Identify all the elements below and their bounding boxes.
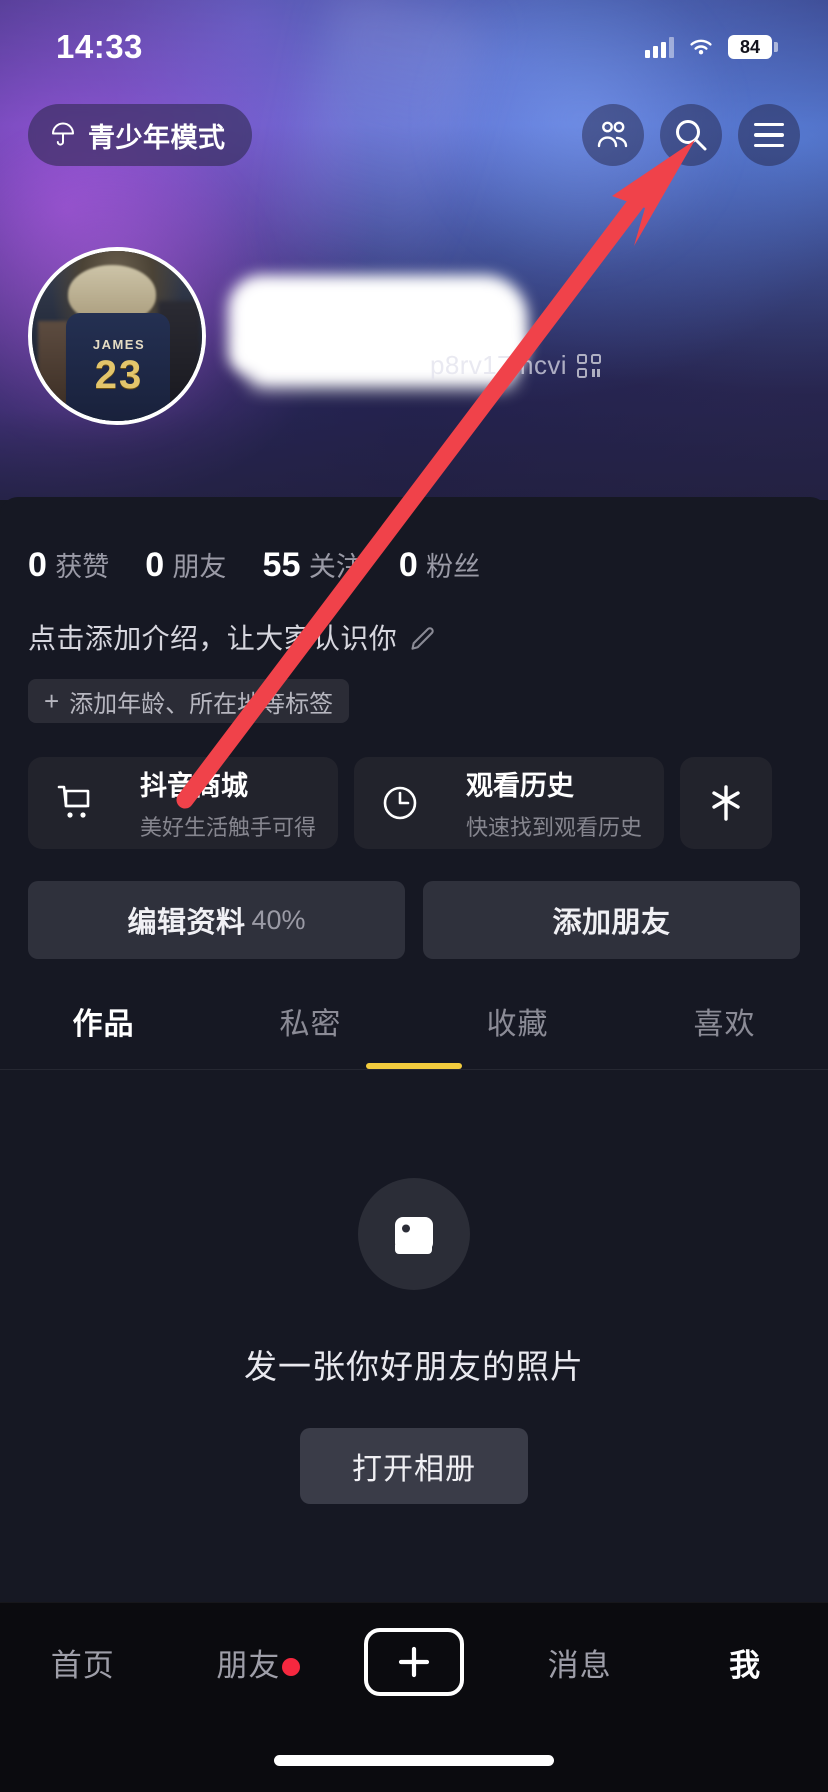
add-friend-button[interactable]: 添加朋友 [423, 881, 800, 959]
search-button[interactable] [660, 104, 722, 166]
teen-mode-button[interactable]: 青少年模式 [28, 104, 252, 166]
tab-label: 喜欢 [693, 1008, 756, 1041]
tab-private[interactable]: 私密 [207, 999, 414, 1069]
plus-icon [398, 1646, 430, 1678]
service-subtitle: 快速找到观看历史 [466, 815, 643, 840]
search-icon [676, 120, 707, 151]
stat-label: 粉丝 [426, 552, 481, 582]
plus-create-icon [363, 1628, 464, 1696]
friends-icon [597, 121, 628, 148]
douyin-star-icon [712, 785, 740, 821]
content-tabs: 作品 私密 收藏 喜欢 [0, 999, 828, 1069]
edit-profile-percent: 40% [251, 904, 306, 935]
status-time: 14:33 [56, 28, 143, 65]
tab-active-underline [366, 1063, 462, 1069]
action-buttons-row: 编辑资料 40% 添加朋友 [0, 849, 828, 959]
notification-badge-dot [282, 1657, 301, 1676]
nav-item-home[interactable]: 首页 [0, 1640, 166, 1685]
stat-value: 0 [398, 546, 419, 584]
header-actions [582, 104, 800, 166]
battery-icon: 84 [728, 35, 778, 59]
hamburger-menu-icon [754, 122, 784, 148]
tabs-divider [0, 1069, 828, 1070]
plus-icon: + [44, 686, 60, 716]
profile-header: 青少年模式 [0, 96, 828, 174]
qr-code-icon [576, 353, 601, 378]
douyin-id-label: p8rv17mcvi [430, 350, 567, 380]
service-title: 抖音商城 [140, 771, 248, 801]
shopping-cart-icon-wrap [28, 757, 120, 849]
edit-profile-label: 编辑资料 [127, 907, 246, 939]
bio-row[interactable]: 点击添加介绍，让大家认识你 [0, 585, 828, 657]
photo-placeholder-icon-wrap [358, 1178, 470, 1290]
friends-button[interactable] [582, 104, 644, 166]
menu-button[interactable] [738, 104, 800, 166]
open-album-button[interactable]: 打开相册 [300, 1428, 528, 1504]
service-card-history[interactable]: 观看历史 快速找到观看历史 [354, 757, 665, 849]
bottom-navigation: 首页 朋友 消息 我 [0, 1602, 828, 1792]
stat-value: 0 [28, 546, 48, 584]
stat-value: 55 [262, 546, 301, 584]
avatar-jersey-number: 23 [94, 353, 144, 397]
status-indicators: 84 [645, 35, 778, 59]
empty-state-text: 发一张你好朋友的照片 [244, 1348, 584, 1385]
avatar-image: JAMES 23 [32, 251, 202, 421]
status-bar: 14:33 84 [0, 0, 828, 82]
open-album-label: 打开相册 [352, 1453, 476, 1486]
stat-following[interactable]: 55 关注 [262, 545, 362, 585]
tab-label: 作品 [72, 1008, 135, 1041]
add-friend-label: 添加朋友 [552, 907, 671, 939]
shopping-cart-icon [57, 785, 90, 818]
tab-label: 收藏 [486, 1008, 549, 1041]
clock-history-icon-wrap [354, 757, 446, 849]
stat-label: 获赞 [55, 552, 110, 582]
tab-likes[interactable]: 喜欢 [621, 999, 828, 1069]
photo-placeholder-icon [395, 1217, 433, 1254]
bio-text: 点击添加介绍，让大家认识你 [28, 623, 398, 654]
profile-content-sheet: 0 获赞 0 朋友 55 关注 0 粉丝 点击添加介绍，让大家认识你 + 添加年… [0, 497, 828, 1602]
stat-label: 关注 [308, 552, 363, 582]
service-card-more[interactable] [680, 757, 773, 849]
nav-item-messages[interactable]: 消息 [497, 1640, 663, 1685]
add-tags-chip[interactable]: + 添加年龄、所在地等标签 [28, 679, 350, 723]
tab-works[interactable]: 作品 [0, 999, 462, 1069]
nav-label: 我 [729, 1647, 762, 1683]
nav-label: 消息 [547, 1647, 612, 1683]
nav-label: 首页 [50, 1647, 115, 1683]
service-subtitle: 美好生活触手可得 [140, 815, 317, 840]
stat-followers[interactable]: 0 粉丝 [399, 545, 480, 585]
pencil-edit-icon [411, 627, 434, 650]
service-card-mall[interactable]: 抖音商城 美好生活触手可得 [28, 757, 339, 849]
nav-item-me[interactable]: 我 [662, 1640, 828, 1685]
stats-row: 0 获赞 0 朋友 55 关注 0 粉丝 [0, 497, 828, 585]
tab-label: 私密 [279, 1008, 342, 1041]
teen-mode-label: 青少年模式 [88, 122, 226, 153]
umbrella-icon [52, 122, 74, 146]
cellular-signal-icon [645, 36, 674, 58]
nav-item-friends[interactable]: 朋友 [166, 1640, 332, 1685]
nav-item-create[interactable] [331, 1628, 497, 1696]
stat-value: 0 [145, 546, 165, 584]
stat-friends[interactable]: 0 朋友 [145, 545, 226, 585]
stat-label: 朋友 [172, 552, 227, 582]
services-row: 抖音商城 美好生活触手可得 观看历史 快速找到观看历史 [0, 723, 828, 849]
service-title: 观看历史 [466, 771, 575, 801]
add-tags-label: 添加年龄、所在地等标签 [69, 690, 334, 718]
nav-label: 朋友 [216, 1647, 281, 1683]
avatar[interactable]: JAMES 23 [28, 247, 206, 425]
tab-collections[interactable]: 收藏 [414, 999, 621, 1069]
empty-state: 发一张你好朋友的照片 打开相册 [0, 1178, 828, 1504]
douyin-id-row[interactable]: p8rv17mcvi [430, 350, 601, 381]
home-indicator [274, 1755, 554, 1766]
avatar-jersey-name: JAMES [92, 337, 146, 352]
stat-likes[interactable]: 0 获赞 [28, 545, 109, 585]
app-screen: 14:33 84 青少年模式 JAMES 23 p8rv17mcvi 0 获赞 … [0, 0, 828, 1792]
edit-profile-button[interactable]: 编辑资料 40% [28, 881, 405, 959]
clock-history-icon [383, 786, 417, 820]
battery-percent: 84 [739, 37, 761, 57]
wifi-icon [690, 39, 712, 55]
